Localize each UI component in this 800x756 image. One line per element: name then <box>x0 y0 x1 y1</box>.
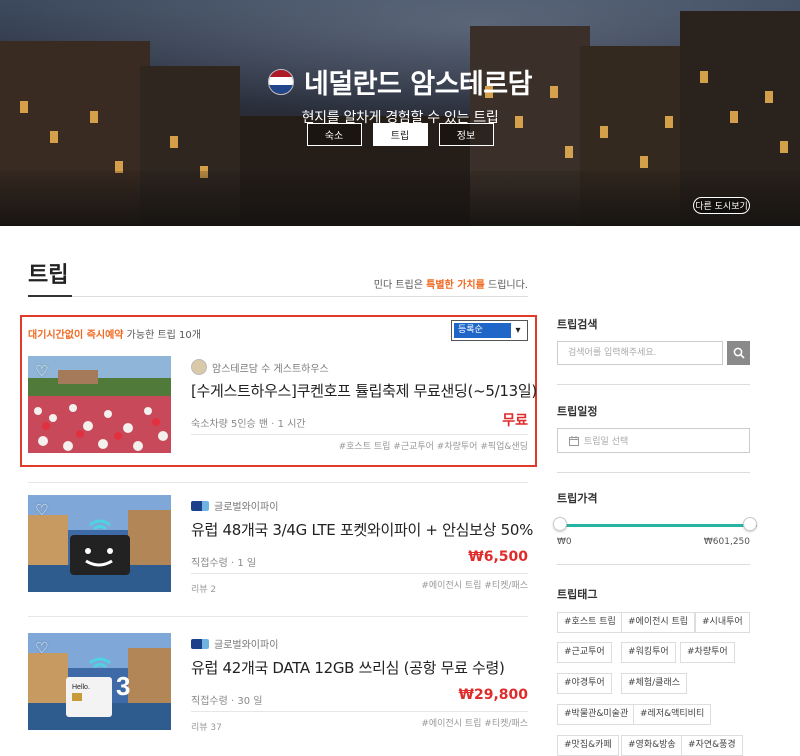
trip-tags: #호스트 트립 #근교투어 #차량투어 #픽업&샌딩 <box>338 442 528 452</box>
trip-meta: 직접수령 · 30 일 <box>191 696 263 707</box>
trip-meta: 직접수령 · 1 일 <box>191 558 257 569</box>
tab-lodging[interactable]: 숙소 <box>306 123 362 146</box>
trip-host: 글로벌와이파이 <box>191 636 278 651</box>
search-input[interactable]: 검색어를 입력해주세요. <box>557 341 723 365</box>
trip-divider <box>191 434 528 435</box>
sidebar-divider <box>557 564 750 565</box>
trip-meta: 숙소차량 5인승 밴 · 1 시간 <box>191 419 306 430</box>
city-hero-banner: 네덜란드 암스테르담 현지를 알차게 경험할 수 있는 트립 숙소 트립 정보 … <box>0 0 800 226</box>
tab-trip[interactable]: 트립 <box>372 123 428 146</box>
trip-tags: #에이전시 트립 #티켓/패스 <box>421 719 528 729</box>
tag-title: 트립태그 <box>557 588 598 601</box>
tag-chip[interactable]: #자연&풍경 <box>681 735 743 756</box>
tag-chip[interactable]: #레저&액티비티 <box>633 704 712 725</box>
search-title: 트립검색 <box>557 318 598 331</box>
price-title: 트립가격 <box>557 492 598 505</box>
trip-price: 무료 <box>502 413 528 429</box>
price-slider-track[interactable] <box>557 524 757 527</box>
heart-icon[interactable]: ♡ <box>35 362 48 380</box>
tag-chip[interactable]: #근교투어 <box>557 642 612 663</box>
tag-chip[interactable]: #차량투어 <box>680 642 735 663</box>
hero-title-block: 네덜란드 암스테르담 현지를 알차게 경험할 수 있는 트립 <box>0 62 800 127</box>
section-divider <box>28 296 528 297</box>
other-city-button[interactable]: 다른 도시보기 <box>693 197 750 214</box>
tab-info[interactable]: 정보 <box>438 123 494 146</box>
price-slider-max-handle[interactable] <box>743 517 757 531</box>
trip-tags: #에이전시 트립 #티켓/패스 <box>421 581 528 591</box>
sidebar-divider <box>557 472 750 473</box>
trip-host: 암스테르담 수 게스트하우스 <box>191 359 329 375</box>
netherlands-flag-icon <box>268 68 295 95</box>
tag-chip[interactable]: #워킹투어 <box>621 642 676 663</box>
hero-tabs: 숙소 트립 정보 <box>0 123 800 146</box>
heart-icon[interactable]: ♡ <box>35 501 48 519</box>
trip-list-item[interactable]: Hello. 3 ♡ 글로벌와이파이 유럽 42개국 DATA 12GB 쓰리심… <box>28 633 528 733</box>
date-picker-input[interactable]: 트립일 선택 <box>557 428 750 453</box>
trip-thumbnail[interactable]: ♡ <box>28 495 171 592</box>
wifi-brand-logo <box>191 500 209 511</box>
hero-canal <box>0 171 800 226</box>
trip-price: ₩6,500 <box>468 549 528 565</box>
search-icon <box>733 347 745 359</box>
section-note: 민다 트립은 특별한 가치를 드립니다. <box>373 280 528 291</box>
trip-title[interactable]: 유럽 48개국 3/4G LTE 포켓와이파이 + 안심보상 50% <box>191 519 533 540</box>
sidebar-divider <box>557 384 750 385</box>
tag-chip[interactable]: #맛집&카페 <box>557 735 619 756</box>
tag-chip[interactable]: #박물관&미술관 <box>557 704 636 725</box>
price-min-label: ₩0 <box>557 537 572 547</box>
trip-list-item[interactable]: ♡ 암스테르담 수 게스트하우스 [수게스트하우스]쿠켄호프 튤립축제 무료샌딩… <box>28 356 537 456</box>
trip-price: ₩29,800 <box>458 687 528 703</box>
trip-thumbnail[interactable]: ♡ <box>28 356 171 453</box>
trip-review-count[interactable]: 리뷰 2 <box>191 582 216 595</box>
wifi-brand-logo <box>191 638 209 649</box>
trip-review-count[interactable]: 리뷰 37 <box>191 720 222 733</box>
tag-chip[interactable]: #시내투어 <box>695 612 750 633</box>
list-divider <box>28 616 528 617</box>
heart-icon[interactable]: ♡ <box>35 639 48 657</box>
svg-text:Hello.: Hello. <box>72 684 90 691</box>
section-divider-accent <box>28 295 72 297</box>
tag-chip[interactable]: #야경투어 <box>557 673 612 694</box>
tag-chip[interactable]: #체험/클래스 <box>621 673 687 694</box>
list-count-label: 대기시간없이 즉시예약 가능한 트립 10개 <box>28 330 201 341</box>
chevron-down-icon: ▾ <box>515 325 521 336</box>
section-title: 트립 <box>28 263 69 288</box>
date-title: 트립일정 <box>557 405 598 418</box>
tag-chip[interactable]: #에이전시 트립 <box>621 612 696 633</box>
search-button[interactable] <box>727 341 750 365</box>
trip-title[interactable]: [수게스트하우스]쿠켄호프 튤립축제 무료샌딩(~5/13일) <box>191 380 537 401</box>
trip-title[interactable]: 유럽 42개국 DATA 12GB 쓰리심 (공항 무료 수령) <box>191 657 505 678</box>
trip-divider <box>191 711 528 712</box>
trip-thumbnail[interactable]: Hello. 3 ♡ <box>28 633 171 730</box>
svg-text:3: 3 <box>116 671 130 701</box>
city-name: 네덜란드 암스테르담 <box>304 69 532 100</box>
trip-host: 글로벌와이파이 <box>191 498 278 513</box>
tag-chip[interactable]: #호스트 트립 <box>557 612 623 633</box>
calendar-icon <box>569 435 579 446</box>
price-max-label: ₩601,250 <box>703 537 750 547</box>
trip-list-item[interactable]: ♡ 글로벌와이파이 유럽 48개국 3/4G LTE 포켓와이파이 + 안심보상… <box>28 495 533 595</box>
price-slider-min-handle[interactable] <box>553 517 567 531</box>
tag-chip[interactable]: #영화&방송 <box>621 735 683 756</box>
list-divider <box>28 482 528 483</box>
host-avatar <box>191 359 207 375</box>
sort-select[interactable]: 등록순 ▾ <box>451 320 528 341</box>
sort-select-value: 등록순 <box>454 323 511 338</box>
trip-divider <box>191 573 528 574</box>
